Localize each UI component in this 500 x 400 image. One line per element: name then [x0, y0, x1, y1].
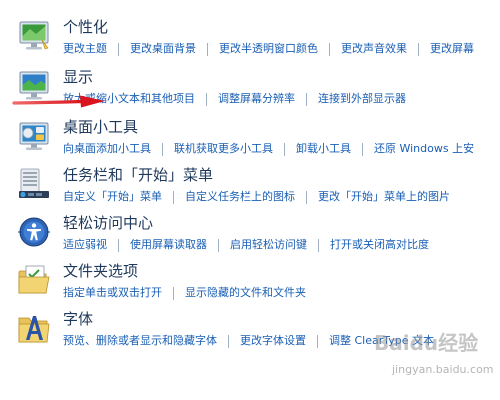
link-separator — [318, 238, 319, 252]
category-personalization: 个性化 更改主题 更改桌面背景 更改半透明窗口颜色 更改声音效果 更改屏幕 — [0, 18, 500, 66]
ease-of-access-icon[interactable] — [16, 214, 52, 250]
link-separator — [284, 142, 285, 156]
link-separator — [228, 334, 229, 348]
category-links-display: 放大或缩小文本和其他项目 调整屏幕分辨率 连接到外部显示器 — [63, 91, 406, 107]
link-separator — [118, 238, 119, 252]
link-separator — [317, 334, 318, 348]
link-optimize-low-vision[interactable]: 适应弱视 — [63, 237, 107, 253]
link-customize-start-menu[interactable]: 自定义「开始」菜单 — [63, 189, 162, 205]
category-title-desktop-gadgets[interactable]: 桌面小工具 — [63, 118, 138, 137]
category-taskbar-start-menu: 任务栏和「开始」菜单 自定义「开始」菜单 自定义任务栏上的图标 更改「开始」菜单… — [0, 166, 500, 214]
link-change-start-menu-picture[interactable]: 更改「开始」菜单上的图片 — [318, 189, 450, 205]
link-turn-on-access-keys[interactable]: 启用轻松访问键 — [230, 237, 307, 253]
link-separator — [218, 238, 219, 252]
link-separator — [306, 190, 307, 204]
category-links-folder-options: 指定单击或双击打开 显示隐藏的文件和文件夹 — [63, 285, 306, 301]
link-preview-delete-fonts[interactable]: 预览、删除或者显示和隐藏字体 — [63, 333, 217, 349]
category-links-personalization: 更改主题 更改桌面背景 更改半透明窗口颜色 更改声音效果 更改屏幕 — [63, 41, 474, 57]
link-restore-windows-gadgets[interactable]: 还原 Windows 上安 — [374, 141, 474, 157]
link-separator — [173, 286, 174, 300]
category-desktop-gadgets: 桌面小工具 向桌面添加小工具 联机获取更多小工具 卸载小工具 还原 Window… — [0, 118, 500, 166]
link-change-font-settings[interactable]: 更改字体设置 — [240, 333, 306, 349]
link-separator — [418, 42, 419, 56]
link-customize-taskbar-icons[interactable]: 自定义任务栏上的图标 — [185, 189, 295, 205]
gadgets-icon[interactable] — [16, 118, 52, 154]
category-title-ease-of-access[interactable]: 轻松访问中心 — [63, 214, 153, 233]
taskbar-icon[interactable] — [16, 166, 52, 202]
watermark-logo-text: Baidu经验 — [374, 331, 479, 355]
watermark-url: jingyan.baidu.com — [392, 363, 494, 376]
link-separator — [173, 190, 174, 204]
link-change-sound-effects[interactable]: 更改声音效果 — [341, 41, 407, 57]
category-links-desktop-gadgets: 向桌面添加小工具 联机获取更多小工具 卸载小工具 还原 Windows 上安 — [63, 141, 474, 157]
link-add-gadgets[interactable]: 向桌面添加小工具 — [63, 141, 151, 157]
link-use-screen-reader[interactable]: 使用屏幕读取器 — [130, 237, 207, 253]
category-title-display[interactable]: 显示 — [63, 68, 93, 87]
category-title-folder-options[interactable]: 文件夹选项 — [63, 262, 138, 281]
link-separator — [206, 92, 207, 106]
link-get-more-gadgets-online[interactable]: 联机获取更多小工具 — [174, 141, 273, 157]
link-separator — [329, 42, 330, 56]
link-change-window-color[interactable]: 更改半透明窗口颜色 — [219, 41, 318, 57]
link-separator — [362, 142, 363, 156]
baidu-jingyan-watermark: Baidu经验 jingyan.baidu.com — [372, 325, 494, 385]
fonts-icon[interactable] — [16, 310, 52, 346]
link-separator — [118, 42, 119, 56]
category-title-fonts[interactable]: 字体 — [63, 310, 93, 329]
link-adjust-resolution[interactable]: 调整屏幕分辨率 — [218, 91, 295, 107]
folder-options-icon[interactable] — [16, 262, 52, 298]
category-title-taskbar-start-menu[interactable]: 任务栏和「开始」菜单 — [63, 166, 213, 185]
category-title-personalization[interactable]: 个性化 — [63, 18, 108, 37]
category-links-taskbar-start-menu: 自定义「开始」菜单 自定义任务栏上的图标 更改「开始」菜单上的图片 — [63, 189, 450, 205]
link-single-double-click[interactable]: 指定单击或双击打开 — [63, 285, 162, 301]
link-change-screen-saver[interactable]: 更改屏幕 — [430, 41, 474, 57]
category-folder-options: 文件夹选项 指定单击或双击打开 显示隐藏的文件和文件夹 — [0, 262, 500, 310]
link-show-hidden-files[interactable]: 显示隐藏的文件和文件夹 — [185, 285, 306, 301]
link-uninstall-gadget[interactable]: 卸载小工具 — [296, 141, 351, 157]
link-toggle-high-contrast[interactable]: 打开或关闭高对比度 — [330, 237, 429, 253]
link-connect-external-display[interactable]: 连接到外部显示器 — [318, 91, 406, 107]
link-change-theme[interactable]: 更改主题 — [63, 41, 107, 57]
category-ease-of-access: 轻松访问中心 适应弱视 使用屏幕读取器 启用轻松访问键 打开或关闭高对比度 — [0, 214, 500, 262]
category-links-ease-of-access: 适应弱视 使用屏幕读取器 启用轻松访问键 打开或关闭高对比度 — [63, 237, 429, 253]
personalization-monitor-icon[interactable] — [16, 18, 52, 54]
control-panel-appearance: 个性化 更改主题 更改桌面背景 更改半透明窗口颜色 更改声音效果 更改屏幕 显示 — [0, 0, 500, 400]
link-separator — [207, 42, 208, 56]
link-separator — [162, 142, 163, 156]
link-change-desktop-background[interactable]: 更改桌面背景 — [130, 41, 196, 57]
red-arrow-annotation-icon — [12, 95, 105, 108]
link-separator — [306, 92, 307, 106]
